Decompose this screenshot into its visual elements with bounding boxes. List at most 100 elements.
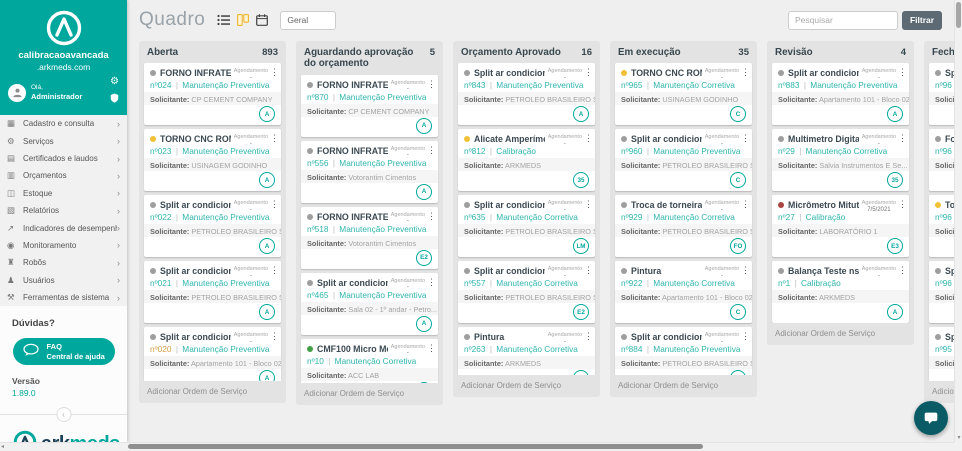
kanban-view-icon[interactable]	[237, 14, 249, 26]
avatar[interactable]: A	[259, 238, 275, 254]
maintenance-type[interactable]: Calibração	[496, 146, 536, 156]
kebab-menu-icon[interactable]: ⋮	[270, 68, 278, 77]
order-card[interactable]: Fo Agendamento ⋮ nº96 | Solicitante:	[929, 129, 954, 191]
card-number[interactable]: nº812	[464, 146, 486, 156]
sidebar-menu-item[interactable]: ♟ Usuários ›	[0, 272, 127, 289]
avatar[interactable]: A	[416, 184, 432, 200]
avatar[interactable]: C	[730, 304, 746, 320]
kebab-menu-icon[interactable]: ⋮	[741, 68, 749, 77]
order-card[interactable]: FORNO INFRATEMP ROTA... Agendamento - ⋮ …	[144, 63, 281, 125]
shield-icon[interactable]	[110, 90, 119, 108]
card-number[interactable]: nº27	[778, 212, 795, 222]
sidebar-menu-item[interactable]: ▤ Certificados e laudos ›	[0, 150, 127, 167]
order-card[interactable]: Split ar condicionad... Agendamento - ⋮ …	[458, 261, 595, 323]
card-number[interactable]: nº465	[307, 290, 329, 300]
add-order-link[interactable]: Adicionar Ordem de Serviço	[139, 381, 286, 403]
avatar[interactable]: A	[887, 106, 903, 122]
settings-gear-icon[interactable]: ⚙	[110, 77, 119, 87]
card-number[interactable]: nº96	[935, 278, 952, 288]
order-card[interactable]: Balança Teste ns ... Agendamento - ⋮ nº1…	[772, 261, 909, 323]
card-number[interactable]: nº023	[150, 146, 172, 156]
kebab-menu-icon[interactable]: ⋮	[427, 146, 435, 155]
kebab-menu-icon[interactable]: ⋮	[270, 332, 278, 341]
vertical-scrollbar[interactable]: ▾	[954, 0, 962, 442]
card-number[interactable]: nº29	[778, 146, 795, 156]
order-card[interactable]: Micrômetro Mitutoyo ... Agendamento 7/5/…	[772, 195, 909, 257]
order-card[interactable]: Split ar condicionad... Agendamento - ⋮ …	[615, 129, 752, 191]
avatar[interactable]	[416, 382, 432, 383]
kebab-menu-icon[interactable]: ⋮	[427, 344, 435, 353]
horizontal-scrollbar-thumb[interactable]	[128, 444, 703, 449]
order-card[interactable]: Split ar condicionad... Agendamento - ⋮ …	[458, 63, 595, 125]
sidebar-menu-item[interactable]: ⚙ Serviços ›	[0, 132, 127, 149]
avatar[interactable]: 35	[573, 172, 589, 188]
chat-fab-button[interactable]	[914, 401, 948, 435]
search-input[interactable]	[788, 11, 898, 30]
order-card[interactable]: Pintura Agendamento - ⋮ nº263 | Manutenç…	[458, 327, 595, 375]
card-number[interactable]: nº922	[621, 278, 643, 288]
kebab-menu-icon[interactable]: ⋮	[584, 332, 592, 341]
maintenance-type[interactable]: Manutenção Corretiva	[653, 80, 735, 90]
kebab-menu-icon[interactable]: ⋮	[741, 266, 749, 275]
card-number[interactable]: nº022	[150, 212, 172, 222]
order-card[interactable]: Sp Agendamento ⋮ nº96 | Solicitante:	[929, 63, 954, 125]
maintenance-type[interactable]: Calibração	[801, 278, 841, 288]
order-card[interactable]: Multimetro Digital F... Agendamento - ⋮ …	[772, 129, 909, 191]
user-avatar[interactable]	[8, 84, 26, 102]
card-number[interactable]: nº518	[307, 224, 329, 234]
maintenance-type[interactable]: Manutenção Corretiva	[496, 278, 578, 288]
kebab-menu-icon[interactable]: ⋮	[427, 278, 435, 287]
avatar[interactable]: E3	[887, 238, 903, 254]
maintenance-type[interactable]: Manutenção Preventiva	[653, 146, 740, 156]
avatar[interactable]: A	[416, 118, 432, 134]
kebab-menu-icon[interactable]: ⋮	[741, 200, 749, 209]
order-card[interactable]: Split ar condicionad... Agendamento - ⋮ …	[144, 327, 281, 381]
faq-button[interactable]: FAQ Central de ajuda	[13, 338, 115, 365]
kebab-menu-icon[interactable]: ⋮	[427, 212, 435, 221]
order-card[interactable]: Split ar condicionad... Agendamento - ⋮ …	[144, 261, 281, 323]
kebab-menu-icon[interactable]: ⋮	[270, 200, 278, 209]
calendar-view-icon[interactable]	[256, 14, 268, 26]
avatar[interactable]: A	[259, 370, 275, 381]
kebab-menu-icon[interactable]: ⋮	[584, 200, 592, 209]
avatar[interactable]: A	[416, 316, 432, 332]
sidebar-menu-item[interactable]: ◫ Estoque ›	[0, 185, 127, 202]
maintenance-type[interactable]: Manutenção Corretiva	[335, 356, 417, 366]
card-number[interactable]: nº021	[150, 278, 172, 288]
kebab-menu-icon[interactable]: ⋮	[584, 134, 592, 143]
maintenance-type[interactable]: Manutenção Preventiva	[339, 158, 426, 168]
order-card[interactable]: FORNO INFRATEMP ROTA... Agendamento - ⋮ …	[301, 207, 438, 269]
order-card[interactable]: Alicate Amperímetro ... Agendamento - ⋮ …	[458, 129, 595, 191]
card-number[interactable]: nº95	[935, 344, 952, 354]
maintenance-type[interactable]: Manutenção Preventiva	[182, 212, 269, 222]
avatar[interactable]: E2	[573, 304, 589, 320]
order-card[interactable]: FORNO INFRATEMP ROTA... Agendamento - ⋮ …	[301, 141, 438, 203]
order-card[interactable]: Sp Agendamento ⋮ nº95 | Solicitante:	[929, 327, 954, 381]
maintenance-type[interactable]: Manutenção Corretiva	[653, 278, 735, 288]
order-card[interactable]: Split ar condicionad... Agendamento - ⋮ …	[772, 63, 909, 125]
card-number[interactable]: nº884	[621, 344, 643, 354]
card-number[interactable]: nº263	[464, 344, 486, 354]
card-number[interactable]: nº965	[621, 80, 643, 90]
avatar[interactable]	[730, 370, 746, 375]
kebab-menu-icon[interactable]: ⋮	[741, 332, 749, 341]
card-number[interactable]: nº024	[150, 80, 172, 90]
avatar[interactable]: A	[259, 172, 275, 188]
avatar[interactable]: LM	[573, 238, 589, 254]
maintenance-type[interactable]: Manutenção Corretiva	[496, 212, 578, 222]
maintenance-type[interactable]: Manutenção Preventiva	[339, 290, 426, 300]
card-number[interactable]: nº96	[935, 212, 952, 222]
avatar[interactable]: E2	[416, 250, 432, 266]
maintenance-type[interactable]: Manutenção Corretiva	[653, 212, 735, 222]
avatar[interactable]	[573, 370, 589, 375]
list-view-icon[interactable]	[217, 14, 230, 26]
avatar[interactable]: 35	[887, 172, 903, 188]
kebab-menu-icon[interactable]: ⋮	[898, 266, 906, 275]
kebab-menu-icon[interactable]: ⋮	[270, 266, 278, 275]
maintenance-type[interactable]: Manutenção Preventiva	[810, 80, 897, 90]
sidebar-menu-item[interactable]: ⚒ Ferramentas de sistema ›	[0, 289, 127, 306]
order-card[interactable]: Split ar condicionad... Agendamento - ⋮ …	[144, 195, 281, 257]
order-card[interactable]: Troca de torneira Agendamento - ⋮ nº929 …	[615, 195, 752, 257]
filter-button[interactable]: Filtrar	[902, 11, 942, 30]
maintenance-type[interactable]: Manutenção Preventiva	[496, 80, 583, 90]
